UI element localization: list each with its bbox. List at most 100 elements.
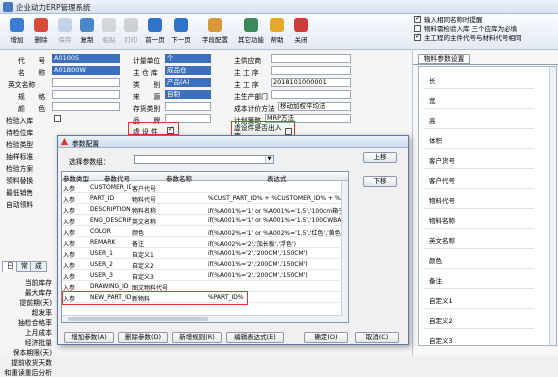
table-row[interactable]: 入参 USER_1 自定义1 if(%A001%='2','200CM','150CM… — [62, 248, 348, 259]
tab-strip: 日 常 成 — [2, 261, 62, 272]
table-row[interactable]: 入参 USER_3 自定义3 if(%A001%='2','200CM','150CM… — [62, 270, 348, 281]
spec-label: 规 格 — [18, 93, 46, 101]
process-field[interactable] — [271, 66, 351, 75]
side-item-field[interactable] — [424, 328, 534, 329]
toolbar-button-9[interactable]: 其它功能 — [238, 15, 264, 49]
option-same-part-code[interactable]: 主工程的主件代号与材料代号相同 — [414, 32, 558, 43]
side-item-field[interactable] — [424, 248, 534, 249]
category-field[interactable]: 产品(A) — [165, 78, 211, 87]
toolbar-button-6[interactable]: 前一页 — [144, 15, 166, 49]
warning-icon — [61, 138, 68, 145]
code-label: 代 号 — [18, 57, 46, 65]
side-item-field[interactable] — [424, 108, 534, 109]
next-page-icon — [174, 18, 188, 32]
option-inspect-inbound[interactable]: 物料需检验入库 三个应库为必填 — [414, 24, 558, 34]
workstation-field[interactable]: 2018101000001 — [271, 78, 351, 87]
en-name-field[interactable] — [52, 78, 120, 87]
chevron-down-icon[interactable]: ▼ — [265, 156, 273, 163]
table-cell: 入参 — [63, 263, 76, 270]
add-param-button[interactable]: 增加参数(A) — [64, 332, 114, 343]
table-cell: 自定义3 — [132, 274, 154, 281]
toolbar-button-8[interactable]: 字段配置 — [202, 15, 228, 49]
table-row[interactable]: 入参 ENG_DESCRIPTION英文名称 if(%A001%='1' or %A… — [62, 215, 348, 226]
new-rule-button[interactable]: 新增规则(R) — [172, 332, 222, 343]
checkbox[interactable] — [414, 14, 421, 23]
inspect-checkbox[interactable] — [54, 115, 61, 122]
toolbar-button-label: 关闭 — [294, 36, 308, 44]
table-cell: PART_ID — [90, 195, 115, 202]
table-cell: DESCRIPTION — [90, 206, 131, 213]
side-item-field[interactable] — [424, 308, 534, 309]
side-item-field[interactable] — [424, 128, 534, 129]
move-down-button[interactable]: 下移 — [363, 176, 397, 187]
supplier-field[interactable] — [271, 54, 351, 63]
side-item-label: 物料名称 — [429, 217, 455, 225]
source-field[interactable]: 自制 — [165, 90, 211, 99]
dialog-title-bar: 参数配置 — [58, 136, 408, 148]
main-dept-field[interactable] — [271, 90, 351, 99]
cancel-button[interactable]: 取消(C) — [355, 332, 399, 343]
material-params-list[interactable]: 长宽高体积 客户货号 客户代号 物料代号 物料名称 英文名称 颜色 备注 自定义1 自定义2 自定义… — [418, 66, 557, 346]
vertical-scrollbar[interactable] — [341, 181, 348, 322]
delete-param-button[interactable]: 删除参数(D) — [118, 332, 168, 343]
side-item-field[interactable] — [424, 228, 534, 229]
tab-cost[interactable]: 成 — [30, 261, 47, 272]
window-title: 企业动力ERP管理系统 — [16, 3, 91, 12]
spec-field[interactable] — [52, 90, 120, 99]
table-cell: if(%A002%='1' or %A002%='1.5','红色','黄色 — [208, 230, 341, 237]
table-cell: 自定义1 — [132, 252, 154, 259]
left-label: 自动领料 — [6, 201, 34, 209]
tab-field-label: 超发率 — [31, 309, 52, 317]
scroll-thumb[interactable] — [68, 317, 208, 321]
dialog-title: 参数配置 — [72, 140, 100, 148]
side-item-field[interactable] — [424, 148, 534, 149]
process-label: 主 工 序 — [234, 69, 259, 77]
new-part-highlight-box — [62, 291, 248, 305]
stock-type-field[interactable] — [165, 102, 211, 111]
warehouse-label: 主 仓 库 — [133, 69, 158, 77]
table-row[interactable]: 入参 COLOR 颜色 if(%A002%='1' or %A002%='1.5','… — [62, 226, 348, 237]
left-label: 领料替换 — [6, 177, 34, 185]
side-item-field[interactable] — [424, 88, 534, 89]
table-cell: USER_2 — [90, 261, 113, 268]
cost-method-field[interactable]: 移动加权平均法 — [278, 102, 351, 111]
warehouse-field[interactable]: 成品仓 — [165, 66, 211, 75]
tab-field-label: 抽检合格率 — [18, 319, 52, 327]
side-item-field[interactable] — [424, 268, 534, 269]
side-item-field[interactable] — [424, 208, 534, 209]
side-item-field[interactable] — [424, 168, 534, 169]
toolbar-button-7[interactable]: 下一页 — [170, 15, 192, 49]
checkbox[interactable] — [414, 32, 421, 41]
left-label: 检验方案 — [6, 165, 34, 173]
side-item-label: 备注 — [429, 277, 442, 285]
move-up-button[interactable]: 上移 — [363, 152, 397, 163]
option-same-name-warning[interactable]: 输入相同名称时提醒 — [414, 14, 558, 25]
name-field[interactable]: A01B00W — [52, 66, 120, 75]
left-label: 待检位库 — [6, 129, 34, 137]
horizontal-scrollbar[interactable] — [62, 315, 343, 322]
virtual-highlight-box — [128, 122, 179, 135]
table-cell: if(%A001%='1' or %A001%='1.5','100CWBAG'… — [208, 217, 342, 224]
toolbar-button-11[interactable]: 关闭 — [290, 15, 312, 49]
save-icon — [58, 18, 72, 32]
ok-button[interactable]: 确定(O) — [304, 332, 348, 343]
unit-field[interactable]: 个 — [165, 54, 211, 63]
table-row[interactable]: 入参 REMARK 备注 if(%A002%='2','加长板','浮色') — [62, 237, 348, 248]
prev-page-icon — [148, 18, 162, 32]
side-item-field[interactable] — [424, 188, 534, 189]
table-row[interactable]: 入参 USER_2 自定义2 if(%A001%='2','200CM','150CM… — [62, 259, 348, 270]
title-bar: 企业动力ERP管理系统 — [0, 0, 558, 14]
table-cell: 入参 — [63, 274, 76, 281]
side-item-field[interactable] — [424, 288, 534, 289]
table-row[interactable]: 入参 PART_ID 物料代号 %CUST_PART_ID% + %CUSTOMER_… — [62, 193, 348, 204]
param-group-select[interactable]: ▼ — [134, 155, 274, 164]
color-field[interactable] — [52, 102, 120, 111]
code-field[interactable]: A01005 — [52, 54, 120, 63]
table-row[interactable]: 入参 DESCRIPTION 物料名称 if(%A001%='1' or %A001%… — [62, 204, 348, 215]
vertical-scrollbar[interactable] — [549, 67, 556, 345]
tab-material-params[interactable]: 物料参数设置 — [418, 54, 470, 64]
edit-expression-button[interactable]: 编辑表达式(E) — [226, 332, 284, 343]
checkbox[interactable] — [414, 24, 421, 32]
table-row[interactable]: 入参 CUSTOMER_ID 客户代号 — [62, 182, 348, 193]
tab-field-label: 上月成本 — [24, 329, 52, 337]
